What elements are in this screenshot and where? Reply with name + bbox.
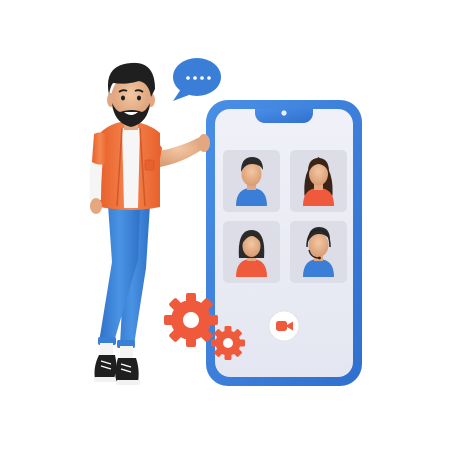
video-call-illustration (0, 0, 450, 450)
gear-icon (211, 326, 245, 360)
participant-tile[interactable] (290, 221, 347, 283)
video-call-button[interactable] (268, 310, 300, 342)
gear-icon (164, 293, 218, 347)
shoe (115, 358, 140, 385)
chat-bubble-icon (173, 58, 221, 101)
participant-tile[interactable] (223, 150, 280, 212)
participant-tile[interactable] (290, 150, 347, 212)
tshirt (122, 128, 140, 208)
participant-tile[interactable] (223, 221, 280, 283)
front-camera (281, 110, 287, 116)
shoe (94, 355, 117, 382)
